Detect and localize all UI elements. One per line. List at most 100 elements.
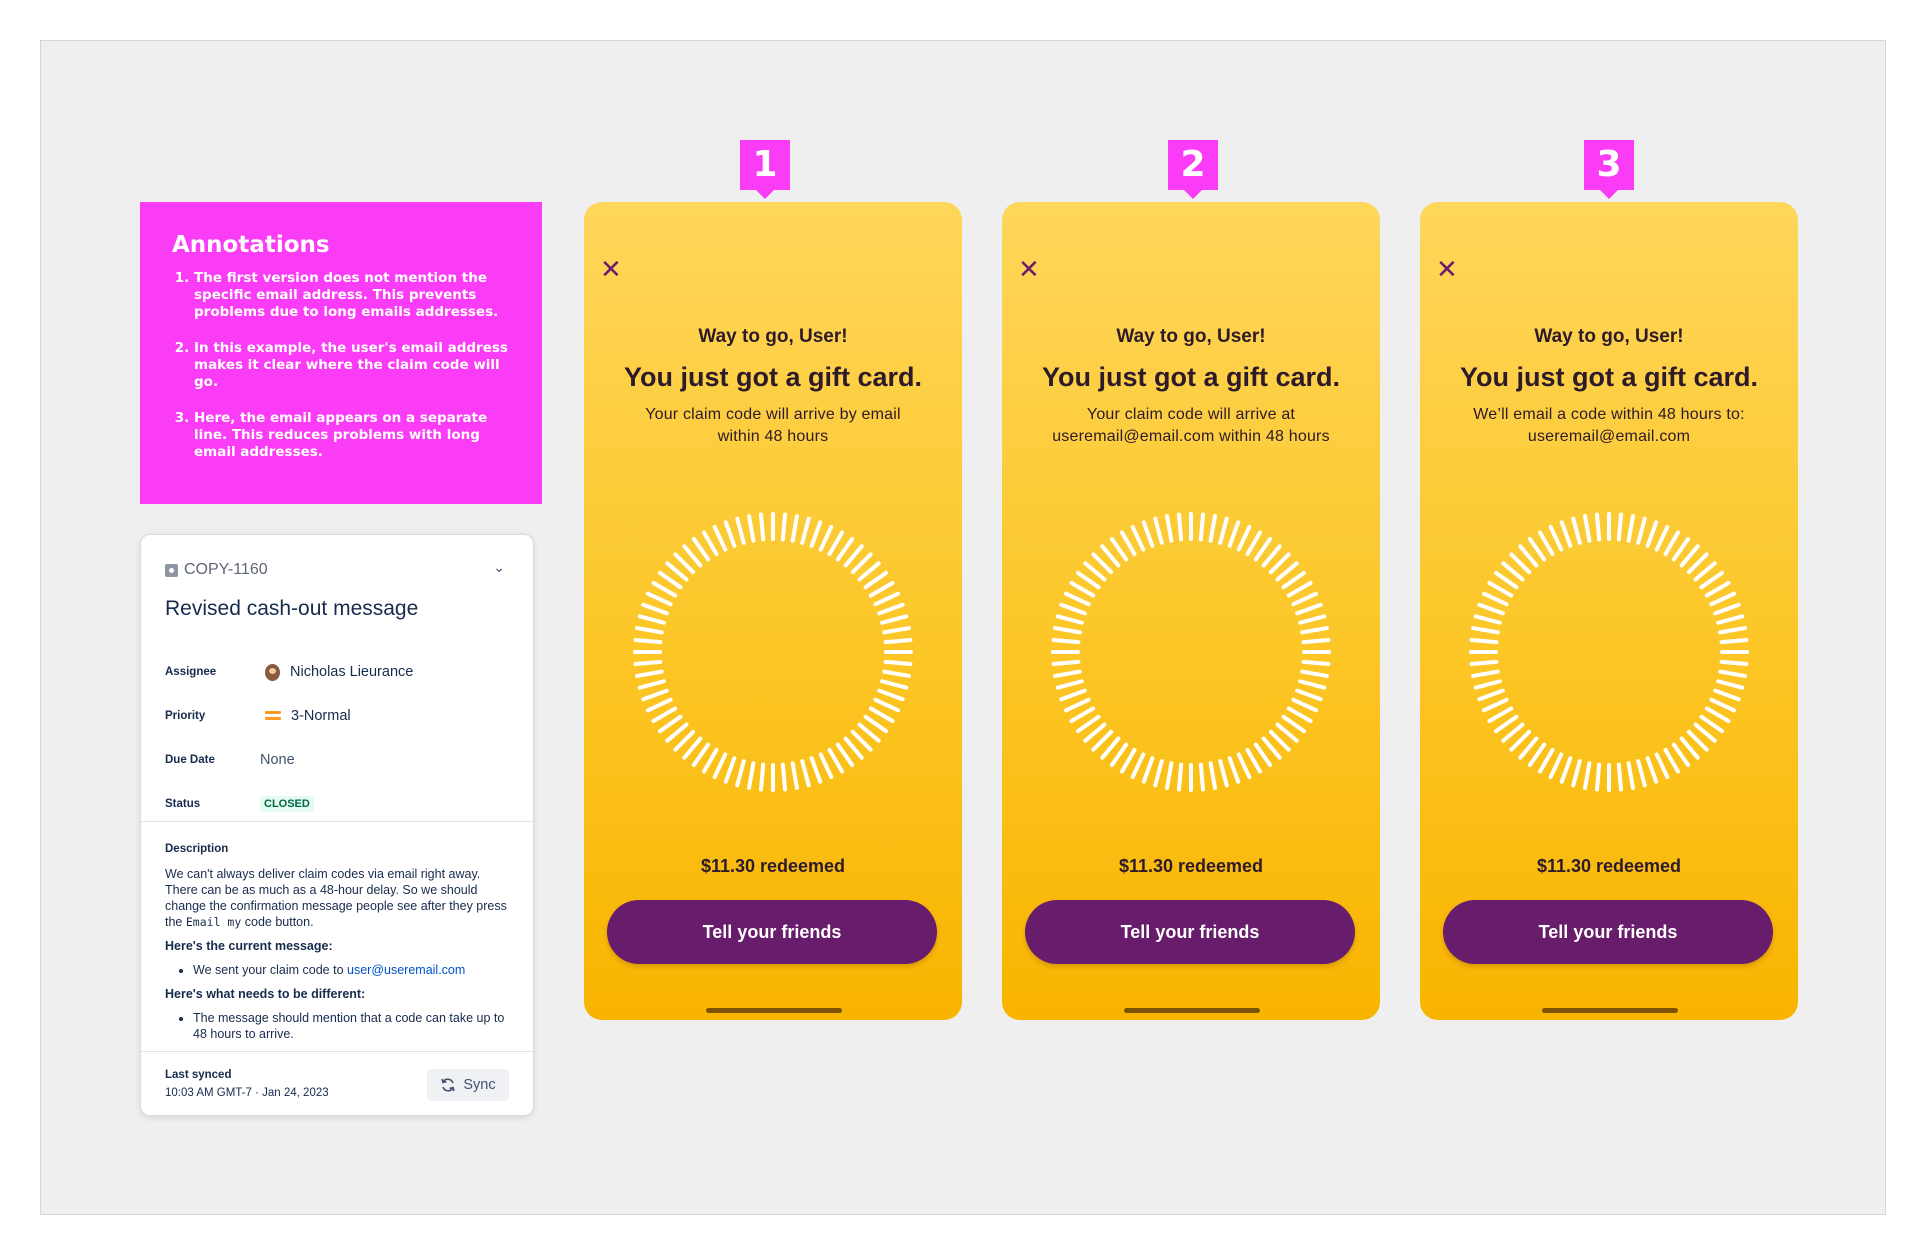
ring-tick [1636,759,1647,788]
ring-tick [1616,762,1624,792]
subtext: Your claim code will arrive at useremail… [1032,404,1350,448]
ring-tick [800,759,811,788]
ring-tick [873,697,901,713]
ring-tick [1477,602,1505,616]
ring-tick [1253,742,1273,768]
ring-tick [1471,626,1500,635]
status-badge[interactable]: CLOSED [260,796,314,812]
ring-tick [747,514,756,543]
phone-variant-2: ✕ Way to go, User! You just got a gift c… [1002,202,1380,1020]
email-link[interactable]: user@useremail.com [347,963,465,977]
close-icon[interactable]: ✕ [1018,256,1040,282]
ring-tick [880,679,909,690]
ring-tick [1141,520,1155,548]
ring-tick [1227,756,1241,784]
ring-tick [1686,552,1709,575]
ring-tick [633,659,663,667]
ring-tick [1063,591,1091,607]
ring-tick [1716,679,1745,690]
ring-tick [882,626,911,635]
divider [141,1051,533,1052]
ring-tick [1059,602,1087,616]
tell-friends-button[interactable]: Tell your friends [607,900,937,964]
chevron-down-icon[interactable]: ⌄ [493,559,505,576]
ring-tick [1693,561,1717,582]
ring-tick [1654,524,1670,552]
ring-tick [1218,516,1229,545]
ring-tick [1548,752,1564,780]
ring-tick [1275,722,1299,743]
ticket-key[interactable]: COPY-1160 [165,561,268,579]
ring-tick [1176,762,1184,792]
close-icon[interactable]: ✕ [1436,256,1458,282]
ring-tick [1469,637,1499,645]
ring-tick [1236,524,1252,552]
ring-tick [635,626,664,635]
avatar [265,663,280,681]
ring-tick [827,530,844,557]
ring-tick [882,669,911,678]
ring-tick [809,756,823,784]
ring-tick [1481,591,1509,607]
ring-tick [1298,614,1327,625]
ring-tick [827,747,844,774]
due-date-value[interactable]: None [260,752,295,768]
ring-tick [1291,697,1319,713]
ring-tick [863,714,889,734]
ring-tick [1718,626,1747,635]
ring-tick [1671,742,1691,768]
ring-tick [1286,581,1313,598]
ring-tick [691,742,711,768]
description-heading: Description [165,843,229,855]
home-indicator [706,1008,842,1013]
ring-tick [673,552,696,575]
ring-tick [633,637,663,645]
ring-tick [1473,679,1502,690]
ring-tick [1236,752,1252,780]
ring-tick [1069,706,1096,723]
ring-tick [665,561,689,582]
ring-tick [637,614,666,625]
ring-tick [1518,736,1539,760]
ring-tick [780,762,788,792]
tell-friends-button[interactable]: Tell your friends [1443,900,1773,964]
ring-tick [857,561,881,582]
ring-tick [1053,669,1082,678]
ring-tick [1645,756,1659,784]
priority-medium-icon [265,711,281,721]
close-icon[interactable]: ✕ [600,256,622,282]
annotation-item: The first version does not mention the s… [194,270,516,321]
ring-tick [880,614,909,625]
ring-tick [1493,714,1519,734]
ring-tick [1281,714,1307,734]
priority-value[interactable]: 3-Normal [260,708,351,724]
ring-tick [1527,742,1547,768]
ring-tick [682,544,703,568]
assignee-value[interactable]: Nicholas Lieurance [260,663,413,681]
ring-tick [1300,669,1329,678]
ring-tick [809,520,823,548]
ring-tick [1699,714,1725,734]
description-text: We can't always deliver claim codes via … [165,866,510,930]
tell-friends-button[interactable]: Tell your friends [1025,900,1355,964]
ring-tick [1527,536,1547,562]
ring-tick [1198,512,1206,542]
annotation-item: In this example, the user's email addres… [194,340,516,391]
variant-tag-2: 2 [1168,140,1218,199]
ring-tick [1493,570,1519,590]
ring-tick [1253,536,1273,562]
ring-tick [1718,669,1747,678]
status-row: Status CLOSED [165,792,505,816]
ring-tick [818,752,834,780]
ring-tick [1538,747,1555,774]
annotation-item: Here, the email appears on a separate li… [194,410,516,461]
ring-tick [1509,552,1532,575]
priority-text: 3-Normal [291,708,351,724]
ring-tick [1261,736,1282,760]
ring-tick [682,736,703,760]
sunburst-ring [1469,512,1749,792]
ring-tick [657,714,683,734]
current-message-text: We sent your claim code to [193,963,344,977]
ring-tick [1109,536,1129,562]
sync-button[interactable]: Sync [427,1069,509,1101]
